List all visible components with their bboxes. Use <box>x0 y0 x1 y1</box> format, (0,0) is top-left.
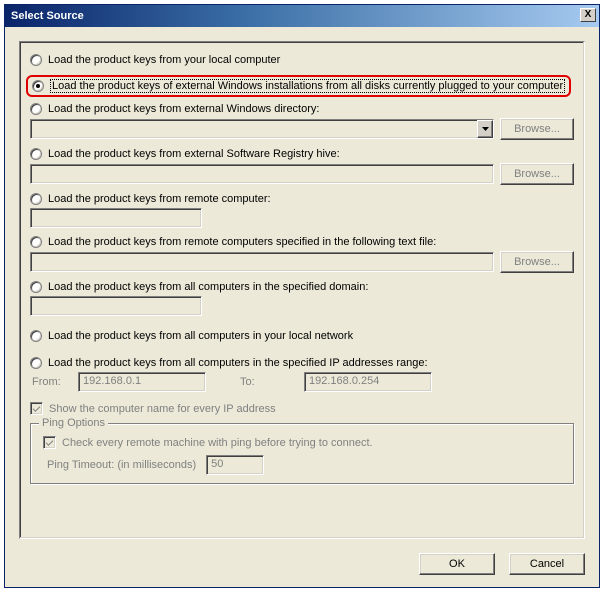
radio-icon <box>30 193 42 205</box>
radio-icon <box>30 103 42 115</box>
title-bar: Select Source X <box>5 5 599 27</box>
dialog-window: Select Source X Load the product keys fr… <box>4 4 600 588</box>
option-label: Load the product keys from external Wind… <box>48 103 319 115</box>
radio-icon <box>30 148 42 160</box>
radio-icon <box>30 281 42 293</box>
option-local-computer[interactable]: Load the product keys from your local co… <box>30 54 574 66</box>
option-ip-range[interactable]: Load the product keys from all computers… <box>30 357 574 369</box>
show-computer-name-checkbox: Show the computer name for every IP addr… <box>30 402 574 415</box>
radio-icon <box>32 80 44 92</box>
option-domain[interactable]: Load the product keys from all computers… <box>30 281 574 293</box>
close-icon: X <box>585 9 592 20</box>
ping-timeout-label: Ping Timeout: (in milliseconds) <box>47 459 196 471</box>
ping-timeout-row: Ping Timeout: (in milliseconds) 50 <box>47 455 565 475</box>
option-remote-computer[interactable]: Load the product keys from remote comput… <box>30 193 574 205</box>
dialog-buttons: OK Cancel <box>419 553 585 575</box>
checkbox-label: Check every remote machine with ping bef… <box>62 437 373 449</box>
combo-dropdown-button[interactable] <box>477 120 493 138</box>
radio-icon <box>30 54 42 66</box>
checkbox-icon <box>30 402 43 415</box>
ip-to-label: To: <box>240 376 304 388</box>
checkbox-label: Show the computer name for every IP addr… <box>49 403 276 415</box>
window-title: Select Source <box>11 10 84 22</box>
ip-from-label: From: <box>32 376 78 388</box>
ok-button[interactable]: OK <box>419 553 495 575</box>
browse-text-file-button: Browse... <box>500 251 574 273</box>
ping-check-checkbox: Check every remote machine with ping bef… <box>43 436 565 449</box>
option-remote-text-file[interactable]: Load the product keys from remote comput… <box>30 236 574 248</box>
radio-icon <box>30 236 42 248</box>
registry-hive-input <box>30 164 494 184</box>
ping-options-group: Ping Options Check every remote machine … <box>30 423 574 484</box>
domain-input <box>30 296 202 316</box>
highlight-annotation: Load the product keys of external Window… <box>26 75 571 97</box>
option-label: Load the product keys from all computers… <box>48 357 428 369</box>
radio-icon <box>30 330 42 342</box>
browse-registry-hive-button: Browse... <box>500 163 574 185</box>
option-label: Load the product keys from your local co… <box>48 54 280 66</box>
remote-computer-input <box>30 208 202 228</box>
windows-dir-combo <box>30 119 494 139</box>
options-panel: Load the product keys from your local co… <box>19 41 585 539</box>
chevron-down-icon <box>482 127 489 131</box>
ip-range-row: From: 192.168.0.1 To: 192.168.0.254 <box>32 372 574 392</box>
option-label: Load the product keys from external Soft… <box>48 148 340 160</box>
option-label: Load the product keys from all computers… <box>48 281 368 293</box>
option-label: Load the product keys from remote comput… <box>48 193 271 205</box>
groupbox-title: Ping Options <box>39 417 108 429</box>
option-external-windows-dir[interactable]: Load the product keys from external Wind… <box>30 103 574 115</box>
close-button[interactable]: X <box>580 8 596 22</box>
radio-icon <box>30 357 42 369</box>
cancel-button[interactable]: Cancel <box>509 553 585 575</box>
option-label: Load the product keys of external Window… <box>50 79 565 93</box>
ping-timeout-input: 50 <box>206 455 264 475</box>
option-external-registry-hive[interactable]: Load the product keys from external Soft… <box>30 148 574 160</box>
checkbox-icon <box>43 436 56 449</box>
ip-to-input: 192.168.0.254 <box>304 372 432 392</box>
option-external-all-disks[interactable]: Load the product keys of external Window… <box>32 79 565 93</box>
browse-windows-dir-button: Browse... <box>500 118 574 140</box>
option-label: Load the product keys from all computers… <box>48 330 353 342</box>
ip-from-input: 192.168.0.1 <box>78 372 206 392</box>
client-area: Load the product keys from your local co… <box>5 27 599 587</box>
option-label: Load the product keys from remote comput… <box>48 236 436 248</box>
option-local-network[interactable]: Load the product keys from all computers… <box>30 330 574 342</box>
text-file-input <box>30 252 494 272</box>
